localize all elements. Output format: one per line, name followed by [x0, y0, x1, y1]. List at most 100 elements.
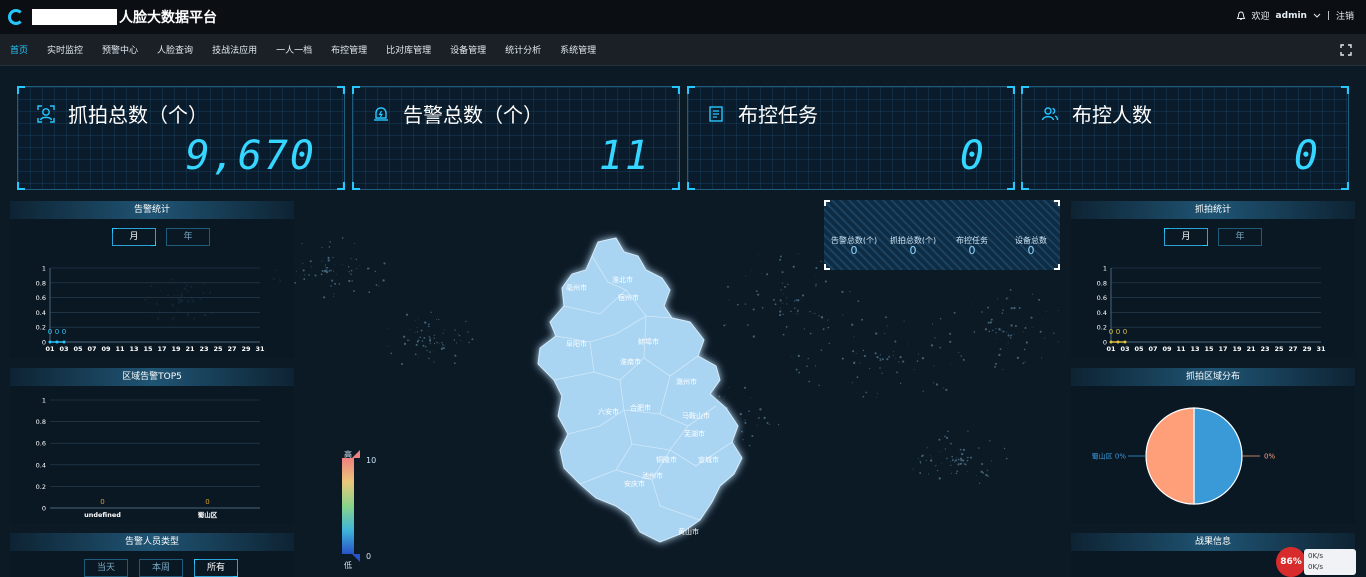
y-tick-label: 0.2 [36, 324, 46, 332]
y-tick-label: 1 [42, 265, 46, 273]
nav-deploy-control[interactable]: 布控管理 [331, 43, 367, 56]
map-dot [935, 383, 939, 386]
map-dot [939, 450, 941, 452]
nav-compare-library[interactable]: 比对库管理 [386, 43, 431, 56]
map-dot [885, 316, 887, 319]
x-tick-label: 19 [171, 345, 181, 353]
map-dot [1005, 297, 1008, 300]
map-dot [1053, 332, 1055, 334]
nav-alert-center[interactable]: 预警中心 [102, 43, 138, 56]
city-label: 池州市 [642, 471, 663, 480]
province-map[interactable]: 淮北市 亳州市 宿州市 阜阳市 蚌埠市 淮南市 滁州市 六安市 合肥市 马鞍山市… [520, 230, 770, 560]
map-dot [1009, 337, 1012, 339]
nav-home[interactable]: 首页 [10, 43, 28, 56]
map-dot [953, 311, 956, 314]
alarm-stats-chart: 00.20.40.60.8101 03 05 07 09 11 13 15 17 19 21 23 25… [36, 265, 265, 354]
map-dot [784, 286, 786, 288]
map-dot [966, 459, 969, 462]
map-dot [861, 318, 864, 321]
map-dot [1024, 361, 1026, 363]
map-dot [308, 274, 310, 276]
nav-statistics[interactable]: 统计分析 [505, 43, 541, 56]
nav-face-search[interactable]: 人脸查询 [157, 43, 193, 56]
map-dot [333, 293, 335, 295]
map-dot [423, 337, 426, 339]
map-dot [862, 395, 865, 398]
map-dot [303, 278, 306, 280]
map-dot [886, 358, 889, 361]
map-dot [978, 482, 981, 484]
map-dot [988, 330, 991, 333]
x-tick-label: 05 [73, 345, 83, 353]
map-dot [818, 315, 820, 317]
capture-month-button[interactable]: 月 [1164, 228, 1208, 246]
map-dot [351, 280, 353, 282]
map-dot [444, 345, 446, 347]
map-dot [907, 343, 909, 345]
y-tick-label: 0.4 [36, 309, 46, 317]
alarm-month-button[interactable]: 月 [112, 228, 156, 246]
map-dot [790, 356, 792, 358]
map-dot [332, 256, 334, 259]
map-dot [863, 354, 866, 358]
deploy-task-card: 布控任务 0 [687, 86, 1015, 190]
map-dot [987, 306, 990, 309]
cpu-usage-badge[interactable]: 86% [1276, 547, 1306, 577]
data-point [55, 340, 59, 344]
map-dot [853, 336, 855, 338]
map-dot [966, 471, 968, 472]
map-dot [862, 349, 865, 352]
map-dot [899, 382, 902, 384]
map-dot [781, 282, 783, 284]
map-dot [812, 312, 814, 314]
map-dot [368, 291, 371, 294]
person-week-button[interactable]: 本周 [139, 559, 183, 577]
nav-device-management[interactable]: 设备管理 [450, 43, 486, 56]
fullscreen-icon[interactable] [1340, 44, 1352, 56]
map-dot [899, 355, 902, 359]
map-dot [350, 269, 353, 272]
map-dot [366, 267, 370, 270]
map-dot [778, 424, 780, 426]
map-dot [1000, 329, 1002, 331]
nav-person-file[interactable]: 一人一档 [276, 43, 312, 56]
map-dot [325, 267, 327, 269]
person-today-button[interactable]: 当天 [84, 559, 128, 577]
map-dot [467, 331, 469, 333]
map-dot [1039, 330, 1042, 333]
chevron-down-icon[interactable] [1313, 13, 1321, 19]
map-dot [329, 241, 331, 243]
nav-live-monitor[interactable]: 实时监控 [47, 43, 83, 56]
map-dot [1002, 309, 1004, 311]
bell-icon[interactable] [1236, 10, 1246, 21]
map-dot [921, 356, 925, 360]
alarm-year-button[interactable]: 年 [166, 228, 210, 246]
nav-tactics[interactable]: 技战法应用 [212, 43, 257, 56]
map-dot [912, 468, 914, 470]
user-name[interactable]: admin [1276, 11, 1307, 21]
city-label: 淮南市 [620, 357, 641, 366]
map-dot [378, 285, 380, 287]
capture-stats-chart: 00.20.40.60.8101 03 05 07 09 11 13 15 17 19 21 23 25… [1097, 265, 1326, 354]
map-dot [919, 460, 921, 463]
x-tick-label: undefined [84, 511, 121, 519]
x-tick-label: 29 [241, 345, 251, 353]
person-all-button[interactable]: 所有 [194, 559, 238, 577]
nav-system-management[interactable]: 系统管理 [560, 43, 596, 56]
map-dot [947, 430, 949, 433]
map-dot [926, 447, 928, 449]
map-dot [382, 279, 385, 282]
map-dot [336, 274, 337, 275]
card-label: 告警总数（个） [403, 103, 543, 127]
logout-link[interactable]: 注销 [1336, 9, 1354, 22]
map-dot [955, 472, 958, 475]
map-dot [1005, 457, 1008, 460]
x-tick-label: 蜀山区 [198, 510, 218, 519]
map-dot [1014, 324, 1017, 327]
capture-year-button[interactable]: 年 [1218, 228, 1262, 246]
map-dot [302, 269, 305, 272]
map-dot [932, 323, 934, 325]
map-dot [1007, 334, 1010, 337]
map-dot [815, 266, 818, 269]
map-dot [798, 371, 801, 374]
